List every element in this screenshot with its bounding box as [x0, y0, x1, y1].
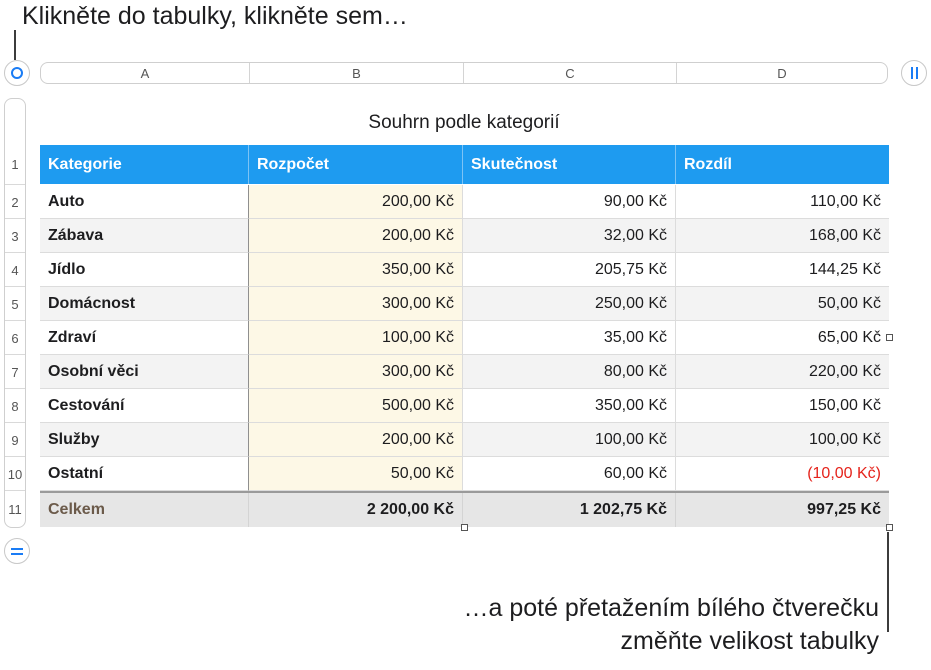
- actual-cell[interactable]: 250,00 Kč: [463, 287, 676, 321]
- instruction-callout-line-2: změňte velikost tabulky: [620, 627, 879, 655]
- actual-cell[interactable]: 90,00 Kč: [463, 185, 676, 219]
- table-row: Osobní věci 300,00 Kč 80,00 Kč 220,00 Kč: [40, 355, 889, 389]
- header-cell[interactable]: Rozdíl: [676, 145, 889, 184]
- actual-cell[interactable]: 350,00 Kč: [463, 389, 676, 423]
- table-row: Jídlo 350,00 Kč 205,75 Kč 144,25 Kč: [40, 253, 889, 287]
- category-cell[interactable]: Zábava: [40, 219, 249, 253]
- row-separator: [5, 354, 25, 355]
- column-header-bar[interactable]: A B C D: [40, 62, 888, 84]
- resize-handle-right[interactable]: [886, 334, 893, 341]
- table-header-row: Kategorie Rozpočet Skutečnost Rozdíl: [40, 145, 889, 184]
- row-header-9[interactable]: 9: [5, 433, 25, 448]
- difference-cell[interactable]: 220,00 Kč: [676, 355, 889, 389]
- category-cell[interactable]: Zdraví: [40, 321, 249, 355]
- category-cell[interactable]: Cestování: [40, 389, 249, 423]
- footer-actual-total[interactable]: 1 202,75 Kč: [463, 493, 676, 527]
- actual-cell[interactable]: 35,00 Kč: [463, 321, 676, 355]
- row-header-2[interactable]: 2: [5, 195, 25, 210]
- difference-cell[interactable]: 110,00 Kč: [676, 185, 889, 219]
- table-row: Služby 200,00 Kč 100,00 Kč 100,00 Kč: [40, 423, 889, 457]
- footer-label-cell[interactable]: Celkem: [40, 493, 249, 527]
- row-header-7[interactable]: 7: [5, 365, 25, 380]
- instruction-callout-bottom: …a poté přetažením bílého čtverečku změň…: [463, 592, 879, 658]
- resize-handle-bottom[interactable]: [461, 524, 468, 531]
- difference-cell[interactable]: 65,00 Kč: [676, 321, 889, 355]
- row-separator: [5, 422, 25, 423]
- table-footer-row: Celkem 2 200,00 Kč 1 202,75 Kč 997,25 Kč: [40, 493, 889, 527]
- instruction-callout-line-1: …a poté přetažením bílého čtverečku: [463, 594, 879, 622]
- callout-leader-bottom: [887, 532, 889, 632]
- category-cell[interactable]: Jídlo: [40, 253, 249, 287]
- row-separator: [5, 388, 25, 389]
- row-header-5[interactable]: 5: [5, 297, 25, 312]
- row-lines-icon: [11, 547, 23, 555]
- difference-cell-negative[interactable]: (10,00 Kč): [676, 457, 889, 491]
- budget-cell[interactable]: 300,00 Kč: [249, 355, 463, 389]
- table-row: Cestování 500,00 Kč 350,00 Kč 150,00 Kč: [40, 389, 889, 423]
- difference-cell[interactable]: 150,00 Kč: [676, 389, 889, 423]
- table-title[interactable]: Souhrn podle kategorií: [40, 112, 888, 134]
- category-cell[interactable]: Služby: [40, 423, 249, 457]
- header-cell[interactable]: Skutečnost: [463, 145, 676, 184]
- column-header-a[interactable]: A: [41, 63, 250, 83]
- row-separator: [5, 490, 25, 491]
- row-separator: [5, 320, 25, 321]
- header-cell[interactable]: Kategorie: [40, 145, 249, 184]
- budget-cell[interactable]: 50,00 Kč: [249, 457, 463, 491]
- row-header-4[interactable]: 4: [5, 263, 25, 278]
- actual-cell[interactable]: 60,00 Kč: [463, 457, 676, 491]
- difference-cell[interactable]: 144,25 Kč: [676, 253, 889, 287]
- row-header-10[interactable]: 10: [5, 467, 25, 482]
- difference-cell[interactable]: 168,00 Kč: [676, 219, 889, 253]
- resize-handle-corner[interactable]: [886, 524, 893, 531]
- budget-cell[interactable]: 200,00 Kč: [249, 185, 463, 219]
- instruction-callout-top: Klikněte do tabulky, klikněte sem…: [22, 2, 408, 30]
- row-header-6[interactable]: 6: [5, 331, 25, 346]
- actual-cell[interactable]: 100,00 Kč: [463, 423, 676, 457]
- table-row: Ostatní 50,00 Kč 60,00 Kč (10,00 Kč): [40, 457, 889, 491]
- select-table-handle[interactable]: [4, 60, 30, 86]
- budget-cell[interactable]: 200,00 Kč: [249, 423, 463, 457]
- row-header-bar[interactable]: 1 2 3 4 5 6 7 8 9 10 11: [4, 98, 26, 528]
- callout-leader-top: [14, 30, 16, 60]
- table-row: Zábava 200,00 Kč 32,00 Kč 168,00 Kč: [40, 219, 889, 253]
- actual-cell[interactable]: 32,00 Kč: [463, 219, 676, 253]
- add-column-handle[interactable]: [901, 60, 927, 86]
- header-cell[interactable]: Rozpočet: [249, 145, 463, 184]
- actual-cell[interactable]: 205,75 Kč: [463, 253, 676, 287]
- budget-cell[interactable]: 100,00 Kč: [249, 321, 463, 355]
- budget-cell[interactable]: 300,00 Kč: [249, 287, 463, 321]
- column-bars-icon: [910, 67, 918, 79]
- budget-cell[interactable]: 500,00 Kč: [249, 389, 463, 423]
- row-separator: [5, 184, 25, 185]
- category-cell[interactable]: Auto: [40, 185, 249, 219]
- column-header-d[interactable]: D: [677, 63, 887, 83]
- row-separator: [5, 286, 25, 287]
- row-header-3[interactable]: 3: [5, 229, 25, 244]
- actual-cell[interactable]: 80,00 Kč: [463, 355, 676, 389]
- budget-cell[interactable]: 200,00 Kč: [249, 219, 463, 253]
- row-header-8[interactable]: 8: [5, 399, 25, 414]
- row-separator: [5, 456, 25, 457]
- column-header-b[interactable]: B: [250, 63, 464, 83]
- difference-cell[interactable]: 50,00 Kč: [676, 287, 889, 321]
- category-cell[interactable]: Osobní věci: [40, 355, 249, 389]
- row-separator: [5, 252, 25, 253]
- difference-cell[interactable]: 100,00 Kč: [676, 423, 889, 457]
- table-row: Zdraví 100,00 Kč 35,00 Kč 65,00 Kč: [40, 321, 889, 355]
- category-cell[interactable]: Ostatní: [40, 457, 249, 491]
- row-separator: [5, 218, 25, 219]
- footer-difference-total[interactable]: 997,25 Kč: [676, 493, 889, 527]
- category-cell[interactable]: Domácnost: [40, 287, 249, 321]
- add-row-handle[interactable]: [4, 538, 30, 564]
- footer-budget-total[interactable]: 2 200,00 Kč: [249, 493, 463, 527]
- column-header-c[interactable]: C: [464, 63, 677, 83]
- row-header-11[interactable]: 11: [5, 502, 25, 517]
- circle-icon: [11, 67, 23, 79]
- table-row: Domácnost 300,00 Kč 250,00 Kč 50,00 Kč: [40, 287, 889, 321]
- table-row: Auto 200,00 Kč 90,00 Kč 110,00 Kč: [40, 185, 889, 219]
- budget-cell[interactable]: 350,00 Kč: [249, 253, 463, 287]
- row-header-1[interactable]: 1: [5, 157, 25, 172]
